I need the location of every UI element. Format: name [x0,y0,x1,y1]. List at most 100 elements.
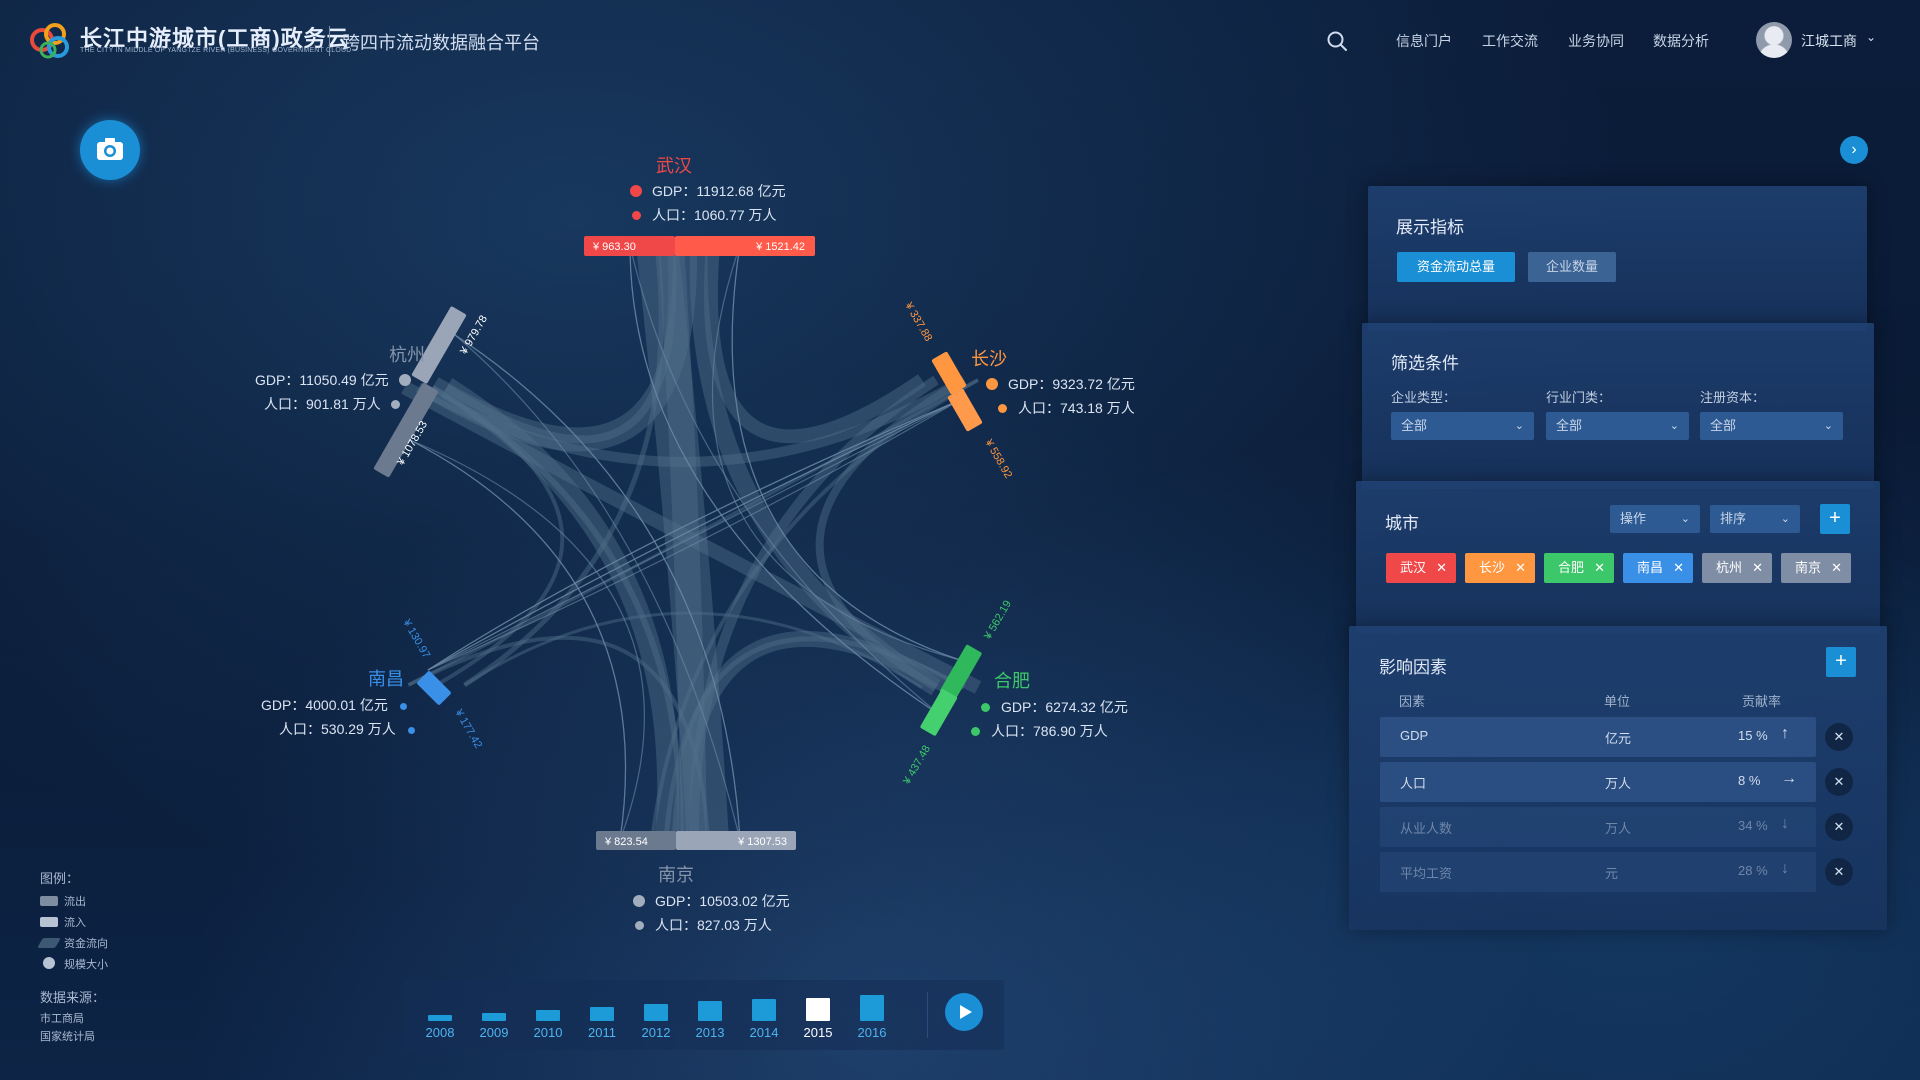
trend-arrow-icon: ↓ [1781,860,1789,877]
city-tag-label: 合肥 [1558,560,1585,575]
scale-dot [632,211,641,220]
scale-dot [390,400,400,409]
pop-text: 人口：786.90 万人 [991,723,1108,739]
legend-inflow: 流入 [40,914,86,930]
operation-select[interactable]: 操作 ⌄ [1610,505,1700,533]
outflow-swatch-icon [40,896,58,906]
year-label: 2013 [695,1025,725,1040]
city-pop-hefei: 人口：786.90 万人 [971,721,1108,741]
factor-rate: 28 % [1738,863,1768,878]
arc-label-nanjing-in: ¥ 1307.53 [737,836,787,848]
year-2013[interactable]: 2013 [690,1001,730,1040]
year-bar [590,1007,614,1021]
arc-label-changsha-in: ¥ 558.92 [982,437,1014,481]
year-2009[interactable]: 2009 [474,1013,514,1040]
year-label: 2011 [588,1025,616,1040]
year-2014[interactable]: 2014 [744,999,784,1040]
year-2016[interactable]: 2016 [852,995,892,1040]
city-gdp-nanjing: GDP：10503.02 亿元 [633,891,790,911]
ribbon-swatch-icon [37,938,61,948]
arc-nanchang-out[interactable] [416,670,451,705]
close-icon[interactable]: ✕ [1752,553,1763,583]
table-row: 平均工资 元 28 % ↓ [1380,852,1816,892]
year-label: 2015 [803,1025,833,1040]
year-2010[interactable]: 2010 [528,1010,568,1040]
legend-label: 流出 [64,896,86,908]
year-label: 2008 [425,1025,455,1040]
chevron-down-icon: ⌄ [1780,513,1790,525]
year-2008[interactable]: 2008 [420,1015,460,1040]
year-label: 2016 [857,1025,887,1040]
factor-name: 从业人数 [1400,821,1453,836]
scale-dot [998,404,1007,413]
city-tag[interactable]: 合肥 ✕ [1544,553,1614,583]
add-city-button[interactable]: + [1820,504,1850,534]
table-row: GDP 亿元 15 % ↑ [1380,717,1816,757]
sort-select[interactable]: 排序 ⌄ [1710,505,1800,533]
pop-text: 人口：530.29 万人 [279,721,396,737]
year-2015[interactable]: 2015 [798,998,838,1040]
flow-ribbons [401,242,982,842]
close-icon[interactable]: ✕ [1436,553,1447,583]
remove-factor-button[interactable]: ✕ [1825,723,1853,751]
flow-ribbon [444,244,677,444]
city-tag[interactable]: 长沙 ✕ [1465,553,1535,583]
remove-factor-button[interactable]: ✕ [1825,768,1853,796]
arc-label-wuhan-out: ¥ 963.30 [592,241,636,253]
city-tag[interactable]: 南昌 ✕ [1623,553,1693,583]
scale-dot [986,378,998,390]
legend-label: 规模大小 [64,959,108,971]
arc-label-nanjing-out: ¥ 823.54 [604,836,648,848]
pop-text: 人口：827.03 万人 [655,917,772,933]
industry-select[interactable]: 全部 ⌄ [1546,412,1689,440]
city-pop-nanjing: 人口：827.03 万人 [635,915,772,935]
arc-label-changsha-out: ¥ 337.88 [902,300,934,344]
arc-hefei-in[interactable] [920,688,958,736]
capital-select[interactable]: 全部 ⌄ [1700,412,1843,440]
panel-title: 筛选条件 [1391,354,1459,373]
play-button[interactable] [945,993,983,1031]
metric-total-flow-button[interactable]: 资金流动总量 [1397,252,1515,282]
select-value: 全部 [1710,418,1737,433]
capital-label: 注册资本： [1700,390,1766,405]
arc-changsha-out[interactable] [931,351,967,395]
chevron-down-icon: ⌄ [1680,513,1690,525]
data-source-item: 国家统计局 [40,1031,95,1043]
year-bar [752,999,776,1021]
year-2011[interactable]: 2011 [582,1007,622,1040]
city-pop-changsha: 人口：743.18 万人 [998,398,1135,418]
year-label: 2014 [749,1025,779,1040]
city-tag[interactable]: 杭州 ✕ [1702,553,1772,583]
legend-flow-direction: 资金流向 [37,935,108,951]
chevron-down-icon: ⌄ [1823,420,1833,432]
year-bar [536,1010,560,1021]
pop-text: 人口：901.81 万人 [264,396,381,412]
factor-unit: 亿元 [1605,731,1632,746]
city-tag[interactable]: 南京 ✕ [1781,553,1851,583]
close-icon[interactable]: ✕ [1515,553,1526,583]
remove-factor-button[interactable]: ✕ [1825,813,1853,841]
close-icon[interactable]: ✕ [1594,553,1605,583]
scale-dot [630,185,642,197]
year-bar [428,1015,452,1021]
city-name-changsha: 长沙 [971,349,1007,369]
trend-arrow-icon: ↑ [1781,725,1789,742]
metric-company-count-button[interactable]: 企业数量 [1528,252,1616,282]
circle-swatch-icon [43,957,55,969]
arc-changsha-in[interactable] [947,388,983,432]
city-name-hangzhou: 杭州 [389,345,425,365]
city-pop-wuhan: 人口：1060.77 万人 [632,205,777,225]
city-pop-hangzhou: 人口：901.81 万人 [264,394,400,414]
gdp-text: GDP：10503.02 亿元 [655,893,790,909]
add-factor-button[interactable]: + [1826,647,1856,677]
close-icon[interactable]: ✕ [1673,553,1684,583]
close-icon[interactable]: ✕ [1831,553,1842,583]
city-tag[interactable]: 武汉 ✕ [1386,553,1456,583]
year-2012[interactable]: 2012 [636,1004,676,1040]
company-type-select[interactable]: 全部 ⌄ [1391,412,1534,440]
remove-factor-button[interactable]: ✕ [1825,858,1853,886]
arc-label-nanchang-out: ¥ 130.97 [400,617,432,661]
metrics-panel: 展示指标 资金流动总量 企业数量 [1368,186,1867,331]
factor-name: 人口 [1400,776,1427,791]
year-bar [806,998,830,1021]
